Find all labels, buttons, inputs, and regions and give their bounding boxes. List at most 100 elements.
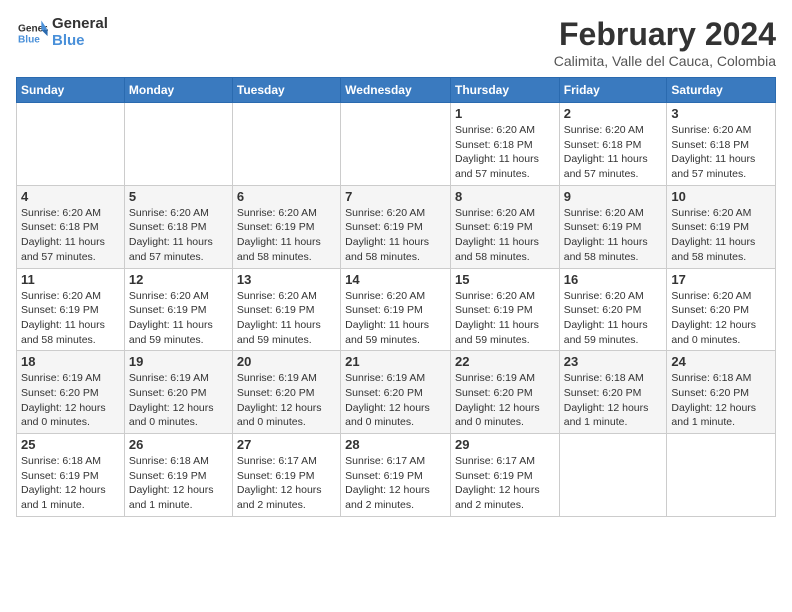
day-number: 25 [21,437,120,452]
day-info: Sunrise: 6:19 AM Sunset: 6:20 PM Dayligh… [21,371,120,430]
day-number: 1 [455,106,555,121]
day-number: 20 [237,354,336,369]
day-info: Sunrise: 6:18 AM Sunset: 6:20 PM Dayligh… [564,371,663,430]
calendar-cell: 21 Sunrise: 6:19 AM Sunset: 6:20 PM Dayli… [341,351,451,434]
calendar-cell: 4Sunrise: 6:20 AM Sunset: 6:18 PM Daylig… [17,185,125,268]
day-info: Sunrise: 6:20 AM Sunset: 6:19 PM Dayligh… [345,289,446,348]
calendar-body: 1 Sunrise: 6:20 AM Sunset: 6:18 PM Daylig… [17,103,776,517]
day-info: Sunrise: 6:18 AM Sunset: 6:20 PM Dayligh… [671,371,771,430]
month-year-title: February 2024 [554,16,776,53]
day-header-wednesday: Wednesday [341,78,451,103]
day-info: Sunrise: 6:20 AM Sunset: 6:19 PM Dayligh… [237,206,336,265]
calendar-cell: 20 Sunrise: 6:19 AM Sunset: 6:20 PM Dayli… [232,351,340,434]
calendar-cell: 5 Sunrise: 6:20 AM Sunset: 6:18 PM Daylig… [124,185,232,268]
day-info: Sunrise: 6:20 AM Sunset: 6:20 PM Dayligh… [564,289,663,348]
calendar-cell: 18 Sunrise: 6:19 AM Sunset: 6:20 PM Dayli… [17,351,125,434]
day-info: Sunrise: 6:18 AM Sunset: 6:19 PM Dayligh… [129,454,228,513]
day-header-thursday: Thursday [450,78,559,103]
day-number: 22 [455,354,555,369]
calendar-cell: 6 Sunrise: 6:20 AM Sunset: 6:19 PM Daylig… [232,185,340,268]
day-number: 27 [237,437,336,452]
calendar-cell [559,434,667,517]
calendar-cell: 8Sunrise: 6:20 AM Sunset: 6:19 PM Daylig… [450,185,559,268]
logo: General Blue General Blue [16,16,108,49]
day-info: Sunrise: 6:20 AM Sunset: 6:19 PM Dayligh… [564,206,663,265]
calendar-cell: 17 Sunrise: 6:20 AM Sunset: 6:20 PM Dayli… [667,268,776,351]
day-number: 12 [129,272,228,287]
calendar-cell: 24Sunrise: 6:18 AM Sunset: 6:20 PM Dayli… [667,351,776,434]
calendar-cell: 3Sunrise: 6:20 AM Sunset: 6:18 PM Daylig… [667,103,776,186]
calendar-cell: 16 Sunrise: 6:20 AM Sunset: 6:20 PM Dayli… [559,268,667,351]
calendar-cell: 19Sunrise: 6:19 AM Sunset: 6:20 PM Dayli… [124,351,232,434]
calendar-cell [341,103,451,186]
day-number: 10 [671,189,771,204]
day-header-saturday: Saturday [667,78,776,103]
calendar-cell: 15 Sunrise: 6:20 AM Sunset: 6:19 PM Dayli… [450,268,559,351]
calendar-table: SundayMondayTuesdayWednesdayThursdayFrid… [16,77,776,517]
location-subtitle: Calimita, Valle del Cauca, Colombia [554,53,776,69]
day-number: 16 [564,272,663,287]
day-number: 18 [21,354,120,369]
day-info: Sunrise: 6:20 AM Sunset: 6:19 PM Dayligh… [671,206,771,265]
calendar-cell: 27 Sunrise: 6:17 AM Sunset: 6:19 PM Dayli… [232,434,340,517]
day-info: Sunrise: 6:19 AM Sunset: 6:20 PM Dayligh… [129,371,228,430]
calendar-cell: 23 Sunrise: 6:18 AM Sunset: 6:20 PM Dayli… [559,351,667,434]
calendar-cell: 14 Sunrise: 6:20 AM Sunset: 6:19 PM Dayli… [341,268,451,351]
day-number: 13 [237,272,336,287]
day-info: Sunrise: 6:20 AM Sunset: 6:19 PM Dayligh… [129,289,228,348]
logo-blue: Blue [52,33,108,50]
day-number: 28 [345,437,446,452]
calendar-cell: 7 Sunrise: 6:20 AM Sunset: 6:19 PM Daylig… [341,185,451,268]
svg-text:Blue: Blue [18,34,40,45]
day-info: Sunrise: 6:20 AM Sunset: 6:18 PM Dayligh… [671,123,771,182]
calendar-cell: 9 Sunrise: 6:20 AM Sunset: 6:19 PM Daylig… [559,185,667,268]
calendar-cell: 10 Sunrise: 6:20 AM Sunset: 6:19 PM Dayli… [667,185,776,268]
calendar-cell: 2Sunrise: 6:20 AM Sunset: 6:18 PM Daylig… [559,103,667,186]
logo-icon: General Blue [16,19,48,47]
day-info: Sunrise: 6:17 AM Sunset: 6:19 PM Dayligh… [237,454,336,513]
calendar-cell [17,103,125,186]
day-number: 21 [345,354,446,369]
calendar-cell [232,103,340,186]
calendar-cell: 12 Sunrise: 6:20 AM Sunset: 6:19 PM Dayli… [124,268,232,351]
day-header-monday: Monday [124,78,232,103]
day-number: 9 [564,189,663,204]
day-info: Sunrise: 6:20 AM Sunset: 6:19 PM Dayligh… [455,206,555,265]
day-number: 26 [129,437,228,452]
day-number: 5 [129,189,228,204]
day-number: 15 [455,272,555,287]
day-header-sunday: Sunday [17,78,125,103]
day-info: Sunrise: 6:19 AM Sunset: 6:20 PM Dayligh… [237,371,336,430]
calendar-cell [667,434,776,517]
calendar-week-row: 25 Sunrise: 6:18 AM Sunset: 6:19 PM Dayli… [17,434,776,517]
calendar-week-row: 4Sunrise: 6:20 AM Sunset: 6:18 PM Daylig… [17,185,776,268]
day-info: Sunrise: 6:19 AM Sunset: 6:20 PM Dayligh… [345,371,446,430]
day-info: Sunrise: 6:17 AM Sunset: 6:19 PM Dayligh… [455,454,555,513]
day-number: 17 [671,272,771,287]
day-info: Sunrise: 6:20 AM Sunset: 6:19 PM Dayligh… [21,289,120,348]
day-info: Sunrise: 6:20 AM Sunset: 6:18 PM Dayligh… [455,123,555,182]
day-info: Sunrise: 6:20 AM Sunset: 6:18 PM Dayligh… [21,206,120,265]
day-header-tuesday: Tuesday [232,78,340,103]
day-number: 14 [345,272,446,287]
day-info: Sunrise: 6:18 AM Sunset: 6:19 PM Dayligh… [21,454,120,513]
calendar-week-row: 11 Sunrise: 6:20 AM Sunset: 6:19 PM Dayli… [17,268,776,351]
calendar-cell: 29 Sunrise: 6:17 AM Sunset: 6:19 PM Dayli… [450,434,559,517]
day-number: 7 [345,189,446,204]
day-info: Sunrise: 6:20 AM Sunset: 6:18 PM Dayligh… [129,206,228,265]
calendar-week-row: 18 Sunrise: 6:19 AM Sunset: 6:20 PM Dayli… [17,351,776,434]
calendar-cell: 22Sunrise: 6:19 AM Sunset: 6:20 PM Dayli… [450,351,559,434]
calendar-cell: 26 Sunrise: 6:18 AM Sunset: 6:19 PM Dayli… [124,434,232,517]
day-number: 29 [455,437,555,452]
day-info: Sunrise: 6:17 AM Sunset: 6:19 PM Dayligh… [345,454,446,513]
day-info: Sunrise: 6:20 AM Sunset: 6:20 PM Dayligh… [671,289,771,348]
day-number: 11 [21,272,120,287]
calendar-cell: 1 Sunrise: 6:20 AM Sunset: 6:18 PM Daylig… [450,103,559,186]
day-info: Sunrise: 6:20 AM Sunset: 6:19 PM Dayligh… [345,206,446,265]
day-number: 6 [237,189,336,204]
day-info: Sunrise: 6:20 AM Sunset: 6:19 PM Dayligh… [455,289,555,348]
page-header: General Blue General Blue February 2024 … [16,16,776,69]
day-number: 23 [564,354,663,369]
title-block: February 2024 Calimita, Valle del Cauca,… [554,16,776,69]
day-number: 2 [564,106,663,121]
